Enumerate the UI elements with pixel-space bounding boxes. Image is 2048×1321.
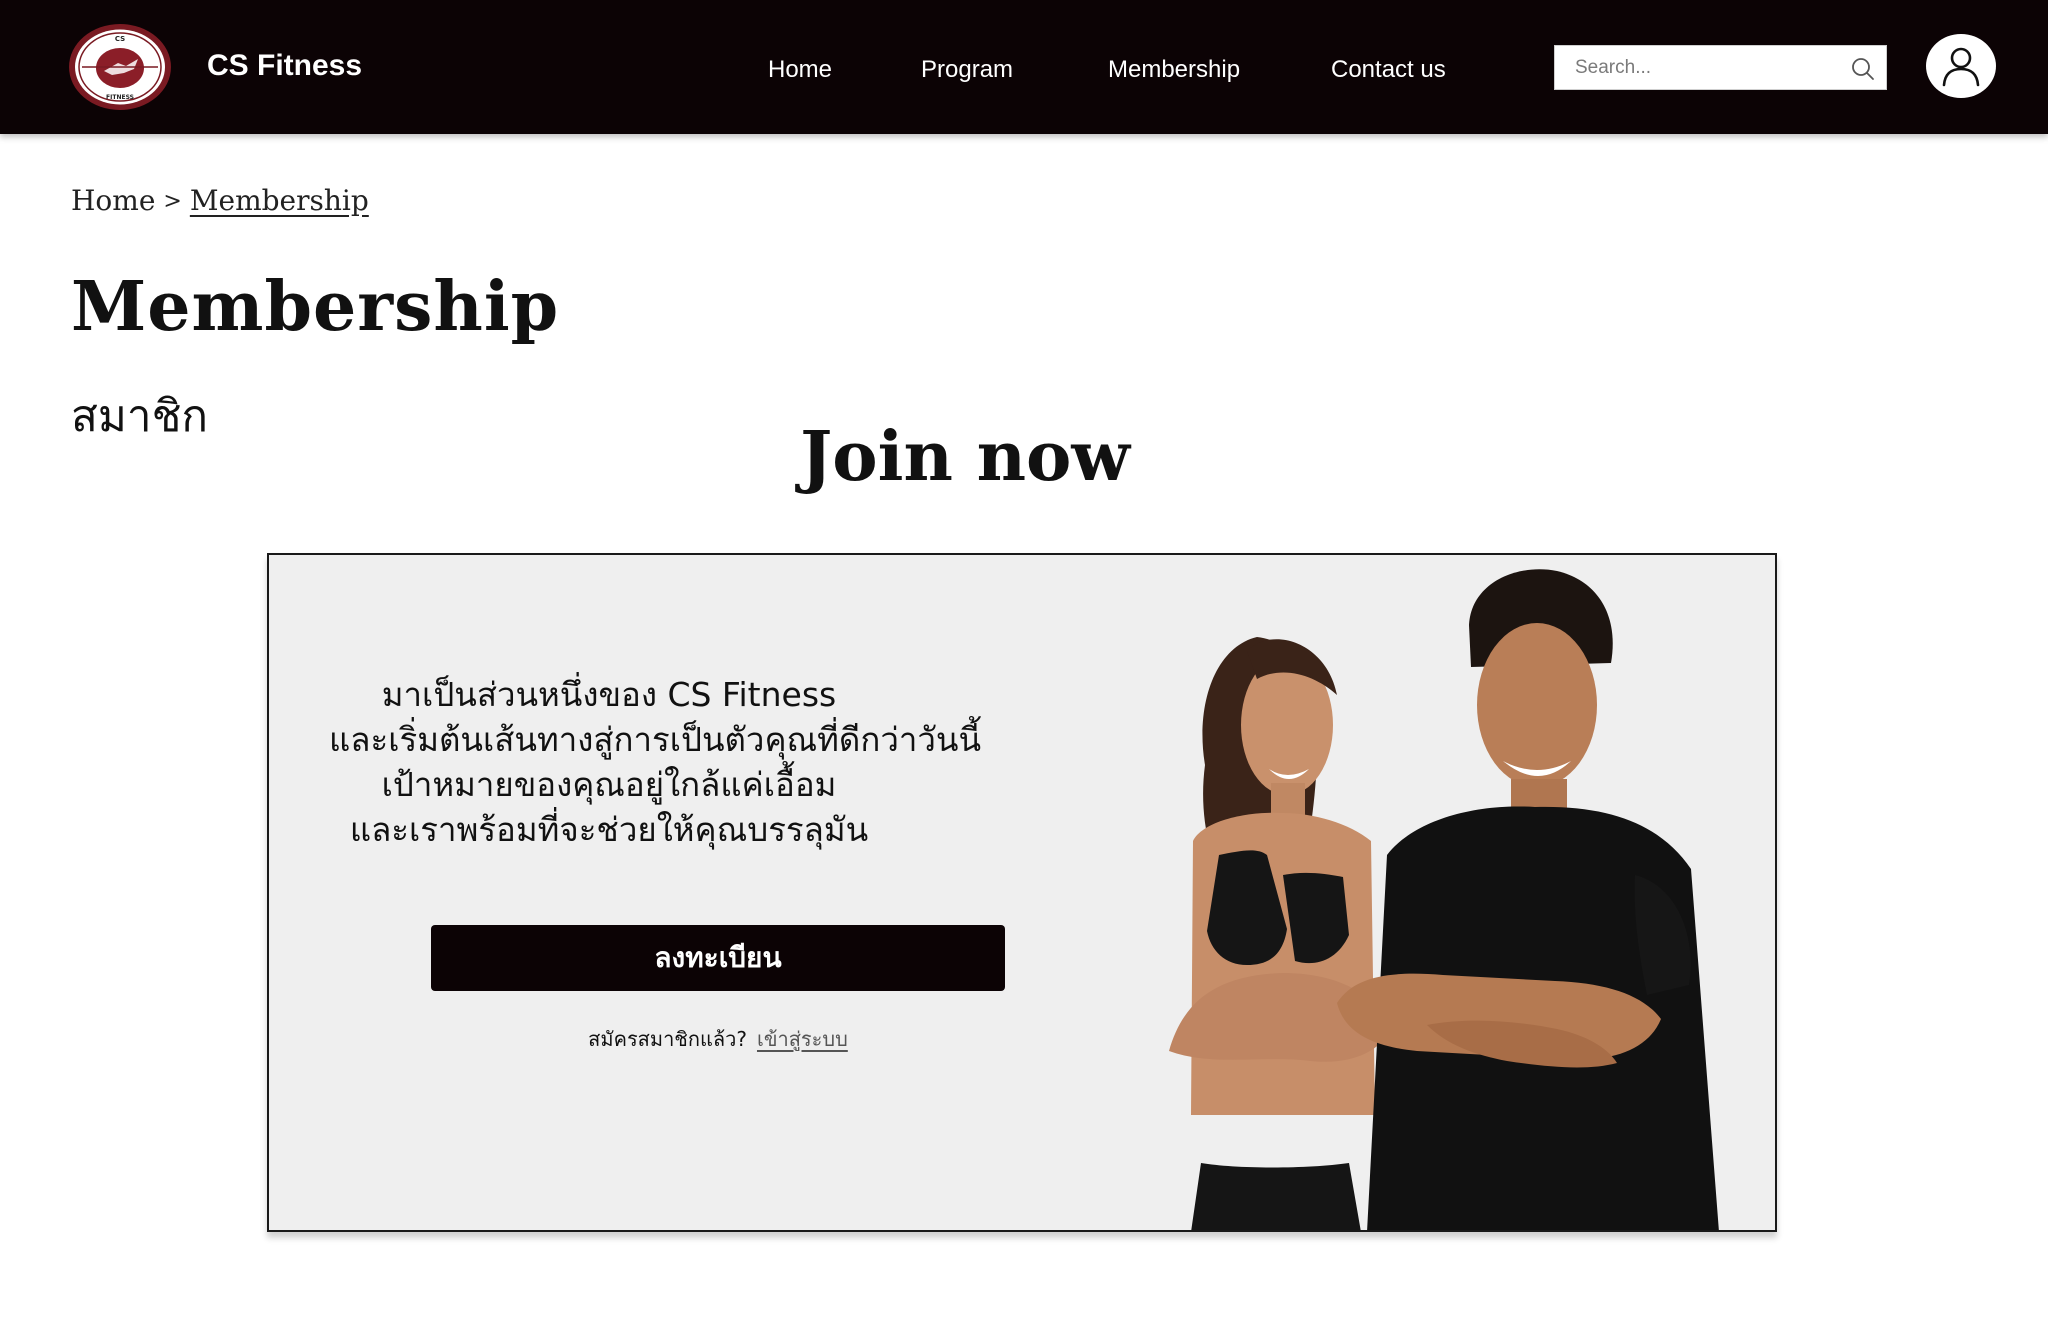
login-row: สมัครสมาชิกแล้ว? เข้าสู่ระบบ xyxy=(431,1024,1005,1054)
brand-name[interactable]: CS Fitness xyxy=(207,46,362,86)
intro-line: เป้าหมายของคุณอยู่ใกล้แค่เอื้อม xyxy=(381,765,837,804)
breadcrumb: Home > Membership xyxy=(71,181,369,221)
search-input[interactable] xyxy=(1575,46,1837,89)
join-title: Join now xyxy=(800,417,1130,497)
man-figure xyxy=(1337,569,1719,1230)
search-box xyxy=(1554,45,1887,90)
logo-text-bottom: FITNESS xyxy=(106,94,134,101)
login-link[interactable]: เข้าสู่ระบบ xyxy=(757,1027,848,1051)
search-icon[interactable] xyxy=(1850,56,1876,82)
intro-text: มาเป็นส่วนหนึ่งของ CS Fitness และเริ่มต้… xyxy=(329,672,982,852)
nav-item-contact-us[interactable]: Contact us xyxy=(1331,52,1446,88)
top-navigation-bar: CS FITNESS CS Fitness Home Program Membe… xyxy=(0,0,2048,134)
breadcrumb-home[interactable]: Home xyxy=(71,184,155,217)
woman-figure xyxy=(1169,637,1391,1230)
logo-text-top: CS xyxy=(115,35,125,43)
nav-item-membership[interactable]: Membership xyxy=(1108,52,1240,88)
breadcrumb-separator: > xyxy=(163,189,182,214)
logo-icon[interactable]: CS FITNESS xyxy=(68,23,172,111)
user-icon xyxy=(1942,47,1980,87)
intro-line: และเริ่มต้นเส้นทางสู่การเป็นตัวคุณที่ดีก… xyxy=(329,720,982,759)
intro-line: มาเป็นส่วนหนึ่งของ CS Fitness xyxy=(381,675,837,714)
breadcrumb-current[interactable]: Membership xyxy=(190,184,369,217)
join-card: มาเป็นส่วนหนึ่งของ CS Fitness และเริ่มต้… xyxy=(267,553,1777,1232)
intro-line: และเราพร้อมที่จะช่วยให้คุณบรรลุมัน xyxy=(349,810,869,849)
signup-button[interactable]: ลงทะเบียน xyxy=(431,925,1005,991)
user-account-button[interactable] xyxy=(1926,34,1996,98)
page-title: Membership xyxy=(71,267,560,347)
nav-item-home[interactable]: Home xyxy=(768,52,832,88)
hero-image xyxy=(1087,555,1775,1230)
nav-item-program[interactable]: Program xyxy=(921,52,1013,88)
login-prompt: สมัครสมาชิกแล้ว? xyxy=(588,1027,747,1051)
